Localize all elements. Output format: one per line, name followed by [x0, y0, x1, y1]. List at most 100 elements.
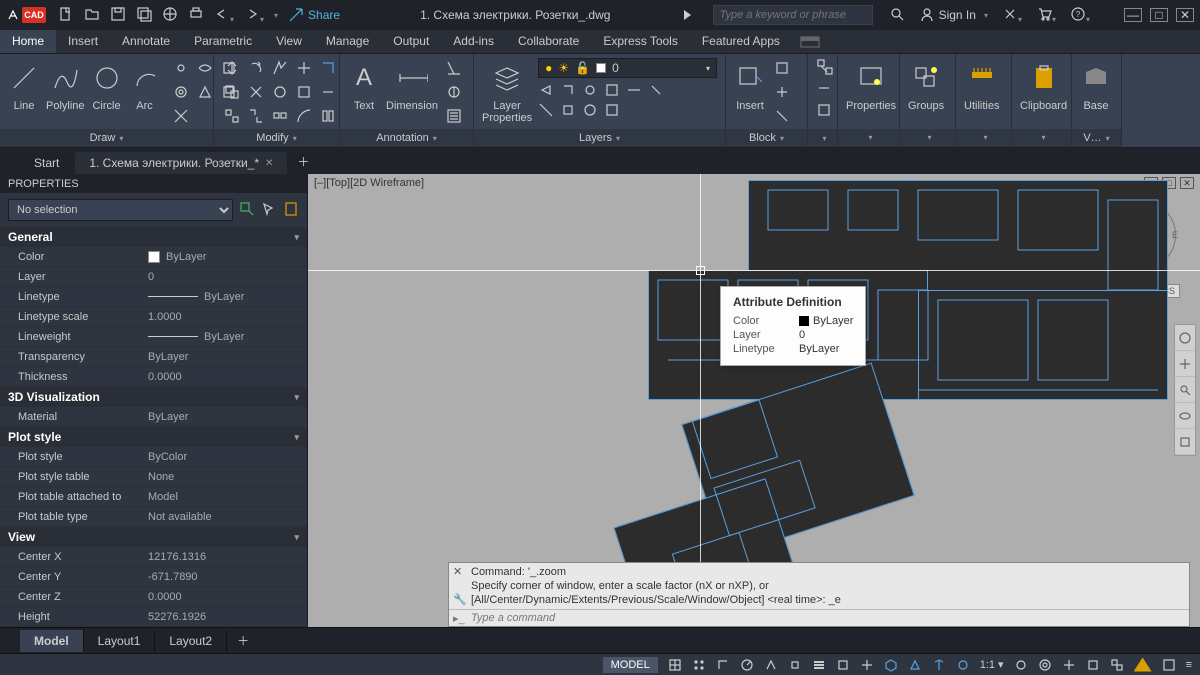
play-icon[interactable] [684, 10, 691, 20]
search-icon[interactable] [889, 6, 905, 25]
ribbon-toggle-icon[interactable] [792, 30, 828, 53]
ortho-toggle-icon[interactable] [716, 658, 730, 672]
quick-select-icon[interactable] [239, 201, 255, 220]
annotation-monitor-icon[interactable] [1062, 658, 1076, 672]
tab-start[interactable]: Start [20, 152, 73, 174]
panel-modify-title[interactable]: Modify [214, 129, 339, 147]
drawing-canvas[interactable]: [–][Top][2D Wireframe] — □ ✕ TOP N S E W… [308, 174, 1200, 627]
utilities-button[interactable]: Utilities [964, 58, 999, 112]
redo-icon[interactable]: ▾ [244, 6, 264, 25]
selection-filter-icon[interactable] [932, 658, 946, 672]
select-objects-icon[interactable] [261, 201, 277, 220]
clean-screen-icon[interactable] [1162, 658, 1176, 672]
layout-tab-layout2[interactable]: Layout2 [155, 630, 227, 652]
tab-collaborate[interactable]: Collaborate [506, 30, 591, 53]
cycling-icon[interactable] [860, 658, 874, 672]
transparency-toggle-icon[interactable] [836, 658, 850, 672]
warning-icon[interactable] [1134, 658, 1152, 672]
layer-properties-button[interactable]: Layer Properties [482, 58, 532, 124]
tab-insert[interactable]: Insert [56, 30, 110, 53]
open-icon[interactable] [84, 6, 100, 25]
gizmo-icon[interactable] [956, 658, 970, 672]
command-input[interactable]: ▸_ Type a command [449, 609, 1189, 626]
prop-row[interactable]: Plot table typeNot available [0, 507, 307, 527]
prop-row[interactable]: LineweightByLayer [0, 327, 307, 347]
polar-toggle-icon[interactable] [740, 658, 754, 672]
prop-group-header[interactable]: Plot style▾ [0, 427, 307, 447]
dimension-tool[interactable]: Dimension [386, 58, 438, 112]
plot-icon[interactable] [188, 6, 204, 25]
annotation-scale[interactable]: 1:1 ▾ [980, 658, 1004, 671]
wrench-icon[interactable]: 🔧 [453, 593, 467, 607]
tab-home[interactable]: Home [0, 30, 56, 53]
match-properties-icon[interactable] [816, 58, 834, 76]
saveas-icon[interactable] [136, 6, 152, 25]
tab-manage[interactable]: Manage [314, 30, 381, 53]
tab-output[interactable]: Output [381, 30, 441, 53]
prop-row[interactable]: Center Z0.0000 [0, 587, 307, 607]
prop-group-header[interactable]: View▾ [0, 527, 307, 547]
exchange-icon[interactable]: ▾ [1002, 6, 1022, 25]
command-line[interactable]: ✕ Command: '_.zoom Specify corner of win… [448, 562, 1190, 627]
signin-button[interactable]: Sign In ▾ [919, 7, 988, 23]
app-menu-icon[interactable] [6, 8, 20, 22]
prop-row[interactable]: Center Y-671.7890 [0, 567, 307, 587]
model-paper-toggle[interactable]: MODEL [603, 657, 658, 673]
3dosnap-icon[interactable] [884, 658, 898, 672]
search-input[interactable] [713, 5, 873, 25]
prop-row[interactable]: Thickness0.0000 [0, 367, 307, 387]
prop-row[interactable]: ColorByLayer [0, 247, 307, 267]
isodraft-icon[interactable] [764, 658, 778, 672]
viewport-label[interactable]: [–][Top][2D Wireframe] [314, 177, 424, 189]
tab-document[interactable]: 1. Схема электрики. Розетки_*✕ [75, 152, 287, 174]
prop-row[interactable]: Plot style tableNone [0, 467, 307, 487]
add-layout-button[interactable]: ＋ [227, 628, 259, 653]
dynamic-ucs-icon[interactable] [908, 658, 922, 672]
prop-row[interactable]: Center X12176.1316 [0, 547, 307, 567]
maximize-button[interactable]: □ [1150, 8, 1168, 22]
grid-toggle-icon[interactable] [668, 658, 682, 672]
text-tool[interactable]: AText [348, 58, 380, 112]
prop-row[interactable]: Layer0 [0, 267, 307, 287]
new-icon[interactable] [58, 6, 74, 25]
panel-draw-title[interactable]: Draw [0, 129, 213, 147]
quick-properties-icon[interactable] [1110, 658, 1124, 672]
clipboard-button[interactable]: Clipboard [1020, 58, 1067, 112]
qat-dropdown-icon[interactable]: ▾ [274, 11, 278, 20]
line-tool[interactable]: Line [8, 58, 40, 112]
arc-tool[interactable]: Arc [129, 58, 161, 112]
close-icon[interactable]: ✕ [265, 158, 273, 169]
prop-row[interactable]: Linetype scale1.0000 [0, 307, 307, 327]
save-icon[interactable] [110, 6, 126, 25]
insert-block-button[interactable]: Insert [734, 58, 766, 112]
prop-group-header[interactable]: 3D Visualization▾ [0, 387, 307, 407]
tab-featured[interactable]: Featured Apps [690, 30, 792, 53]
close-button[interactable]: ✕ [1176, 8, 1194, 22]
cart-icon[interactable]: ▾ [1036, 6, 1056, 25]
undo-icon[interactable]: ▾ [214, 6, 234, 25]
tab-annotate[interactable]: Annotate [110, 30, 182, 53]
prop-row[interactable]: LinetypeByLayer [0, 287, 307, 307]
panel-block-title[interactable]: Block [726, 129, 807, 147]
tab-parametric[interactable]: Parametric [182, 30, 264, 53]
lineweight-toggle-icon[interactable] [812, 658, 826, 672]
help-icon[interactable]: ?▾ [1070, 6, 1090, 25]
circle-tool[interactable]: Circle [91, 58, 123, 112]
selection-dropdown[interactable]: No selection [8, 199, 233, 221]
app-icon[interactable]: CAD [22, 7, 46, 23]
prop-row[interactable]: Plot styleByColor [0, 447, 307, 467]
quick-calc-icon[interactable] [283, 201, 299, 220]
groups-button[interactable]: Groups [908, 58, 944, 112]
panel-layers-title[interactable]: Layers [474, 129, 725, 147]
layout-tab-model[interactable]: Model [20, 630, 84, 652]
units-icon[interactable] [1086, 658, 1100, 672]
search-box[interactable] [713, 5, 873, 25]
panel-annotation-title[interactable]: Annotation [340, 129, 473, 147]
tab-express[interactable]: Express Tools [591, 30, 689, 53]
prop-row[interactable]: TransparencyByLayer [0, 347, 307, 367]
tab-addins[interactable]: Add-ins [441, 30, 506, 53]
tab-view[interactable]: View [264, 30, 314, 53]
prop-row[interactable]: Plot table attached toModel [0, 487, 307, 507]
command-close-icon[interactable]: ✕ [453, 565, 462, 579]
properties-button[interactable]: Properties [846, 58, 896, 112]
